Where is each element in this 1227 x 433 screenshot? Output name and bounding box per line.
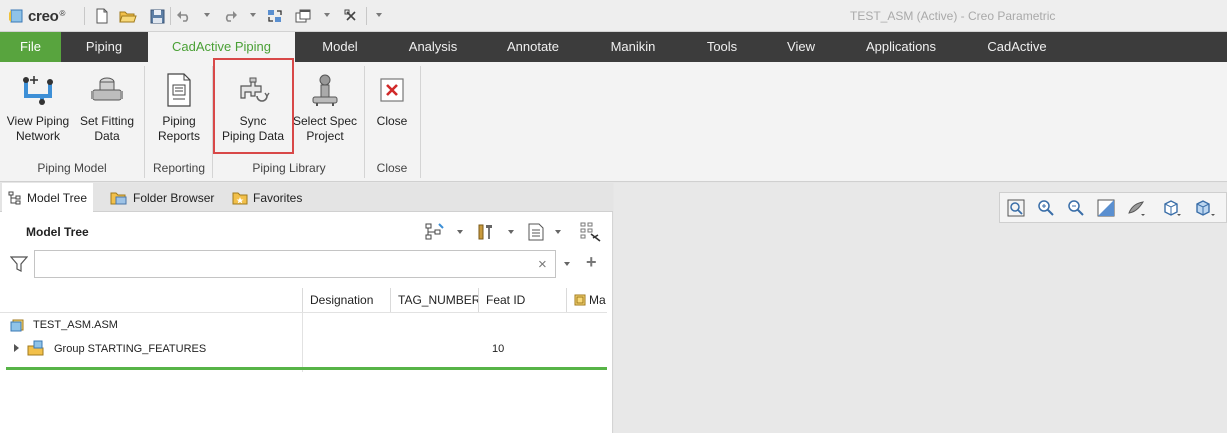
header-divider xyxy=(0,312,607,313)
view-manager-icon[interactable] xyxy=(1194,198,1216,218)
display-style-icon[interactable] xyxy=(1125,198,1147,218)
favorites-icon xyxy=(232,192,248,204)
regenerate-icon[interactable] xyxy=(265,6,285,26)
undo-dropdown-icon[interactable] xyxy=(204,13,210,17)
refit-icon[interactable] xyxy=(1005,198,1027,218)
tree-columns-button[interactable] xyxy=(527,221,561,243)
group-separator xyxy=(144,66,145,178)
column-header-feat-id[interactable]: Feat ID xyxy=(478,288,566,312)
piping-network-icon xyxy=(2,66,74,114)
open-folder-icon[interactable] xyxy=(118,6,138,26)
tab-model-tree[interactable]: Model Tree xyxy=(2,183,94,213)
tree-display-icon xyxy=(425,223,444,240)
customize-icon[interactable] xyxy=(376,13,382,17)
close-icon xyxy=(368,66,416,114)
navigator-panel: Model Tree Folder Browser Favorites Mode… xyxy=(0,183,613,433)
chevron-down-icon[interactable] xyxy=(555,230,561,234)
tab-cadactive[interactable]: CadActive xyxy=(970,32,1064,62)
group-separator xyxy=(364,66,365,178)
chevron-down-icon[interactable] xyxy=(508,230,514,234)
set-fitting-data-button[interactable]: Set Fitting Data xyxy=(74,66,140,144)
ribbon: View Piping Network Set Fitting Data Pip… xyxy=(0,62,1227,182)
tab-model[interactable]: Model xyxy=(300,32,380,62)
save-icon[interactable] xyxy=(147,6,167,26)
column-header-tag-number[interactable]: TAG_NUMBER xyxy=(390,288,478,312)
tab-applications[interactable]: Applications xyxy=(853,32,949,62)
separator xyxy=(170,7,171,25)
saved-orientations-icon[interactable] xyxy=(1161,198,1183,218)
tab-view[interactable]: View xyxy=(775,32,827,62)
creo-logo-icon xyxy=(9,9,23,23)
close-button[interactable]: Close xyxy=(368,66,416,129)
fitting-data-icon xyxy=(74,66,140,114)
zoom-in-icon[interactable] xyxy=(1035,198,1057,218)
expand-arrow-icon[interactable] xyxy=(14,344,19,352)
close-window-icon[interactable] xyxy=(341,6,361,26)
columns-icon xyxy=(528,223,544,241)
group-icon xyxy=(27,340,44,356)
tree-filter-input[interactable] xyxy=(34,250,556,278)
model-tree-icon xyxy=(8,191,21,205)
tools-icon xyxy=(478,224,492,240)
material-icon xyxy=(574,294,586,306)
ribbon-tab-bar: File Piping CadActive Piping Model Analy… xyxy=(0,32,1227,62)
tab-favorites[interactable]: Favorites xyxy=(226,183,308,212)
redo-icon[interactable] xyxy=(220,6,240,26)
tab-manikin[interactable]: Manikin xyxy=(594,32,672,62)
tab-file[interactable]: File xyxy=(0,32,61,62)
group-label-close: Close xyxy=(376,161,408,175)
windows-icon[interactable] xyxy=(293,6,313,26)
repaint-icon[interactable] xyxy=(1095,198,1117,218)
group-label-piping-library: Piping Library xyxy=(252,161,326,175)
piping-reports-button[interactable]: Piping Reports xyxy=(148,66,210,144)
tab-tools[interactable]: Tools xyxy=(690,32,754,62)
zoom-out-icon[interactable] xyxy=(1065,198,1087,218)
creo-logo: creo ® xyxy=(8,7,65,25)
undo-icon[interactable] xyxy=(174,6,194,26)
column-header-material[interactable]: Ma xyxy=(566,288,607,312)
spec-project-icon xyxy=(292,66,358,114)
chevron-down-icon[interactable] xyxy=(457,230,463,234)
separator xyxy=(84,7,85,25)
tab-analysis[interactable]: Analysis xyxy=(392,32,474,62)
filter-icon[interactable] xyxy=(9,255,29,276)
view-piping-network-button[interactable]: View Piping Network xyxy=(2,66,74,144)
group-label-piping-model: Piping Model xyxy=(37,161,107,175)
tree-settings-button[interactable] xyxy=(476,221,514,243)
navigator-tabs: Model Tree Folder Browser Favorites xyxy=(0,183,613,213)
tab-annotate[interactable]: Annotate xyxy=(492,32,574,62)
tree-row[interactable]: TEST_ASM.ASM xyxy=(0,314,607,336)
new-file-icon[interactable] xyxy=(92,6,112,26)
assembly-icon xyxy=(10,319,24,332)
clear-filter-icon[interactable]: × xyxy=(538,256,547,273)
windows-dropdown-icon[interactable] xyxy=(324,13,330,17)
add-filter-icon[interactable]: + xyxy=(586,252,597,273)
tree-display-button[interactable] xyxy=(425,221,463,243)
tree-filter-settings-button[interactable] xyxy=(580,221,602,243)
redo-dropdown-icon[interactable] xyxy=(250,13,256,17)
sync-button-highlight xyxy=(213,58,294,154)
window-title: TEST_ASM (Active) - Creo Parametric xyxy=(850,9,1056,23)
tab-piping[interactable]: Piping xyxy=(61,32,147,62)
reports-icon xyxy=(148,66,210,114)
column-header-designation[interactable]: Designation xyxy=(302,288,390,312)
tab-folder-browser[interactable]: Folder Browser xyxy=(104,183,220,212)
tree-row[interactable]: Group STARTING_FEATURES 10 xyxy=(0,338,607,360)
in-graphics-toolbar xyxy=(999,192,1227,223)
filter-dropdown-icon[interactable] xyxy=(564,262,570,266)
folder-browser-icon xyxy=(110,192,127,204)
group-label-reporting: Reporting xyxy=(152,161,206,175)
tree-insert-indicator xyxy=(6,367,607,370)
group-separator xyxy=(420,66,421,178)
show-hide-icon xyxy=(580,222,601,242)
title-bar: creo ® TEST_ASM (Active) - Creo Parametri… xyxy=(0,0,1227,32)
model-tree-header: Model Tree xyxy=(26,225,89,239)
separator xyxy=(366,7,367,25)
select-spec-project-button[interactable]: Select Spec Project xyxy=(292,66,358,144)
